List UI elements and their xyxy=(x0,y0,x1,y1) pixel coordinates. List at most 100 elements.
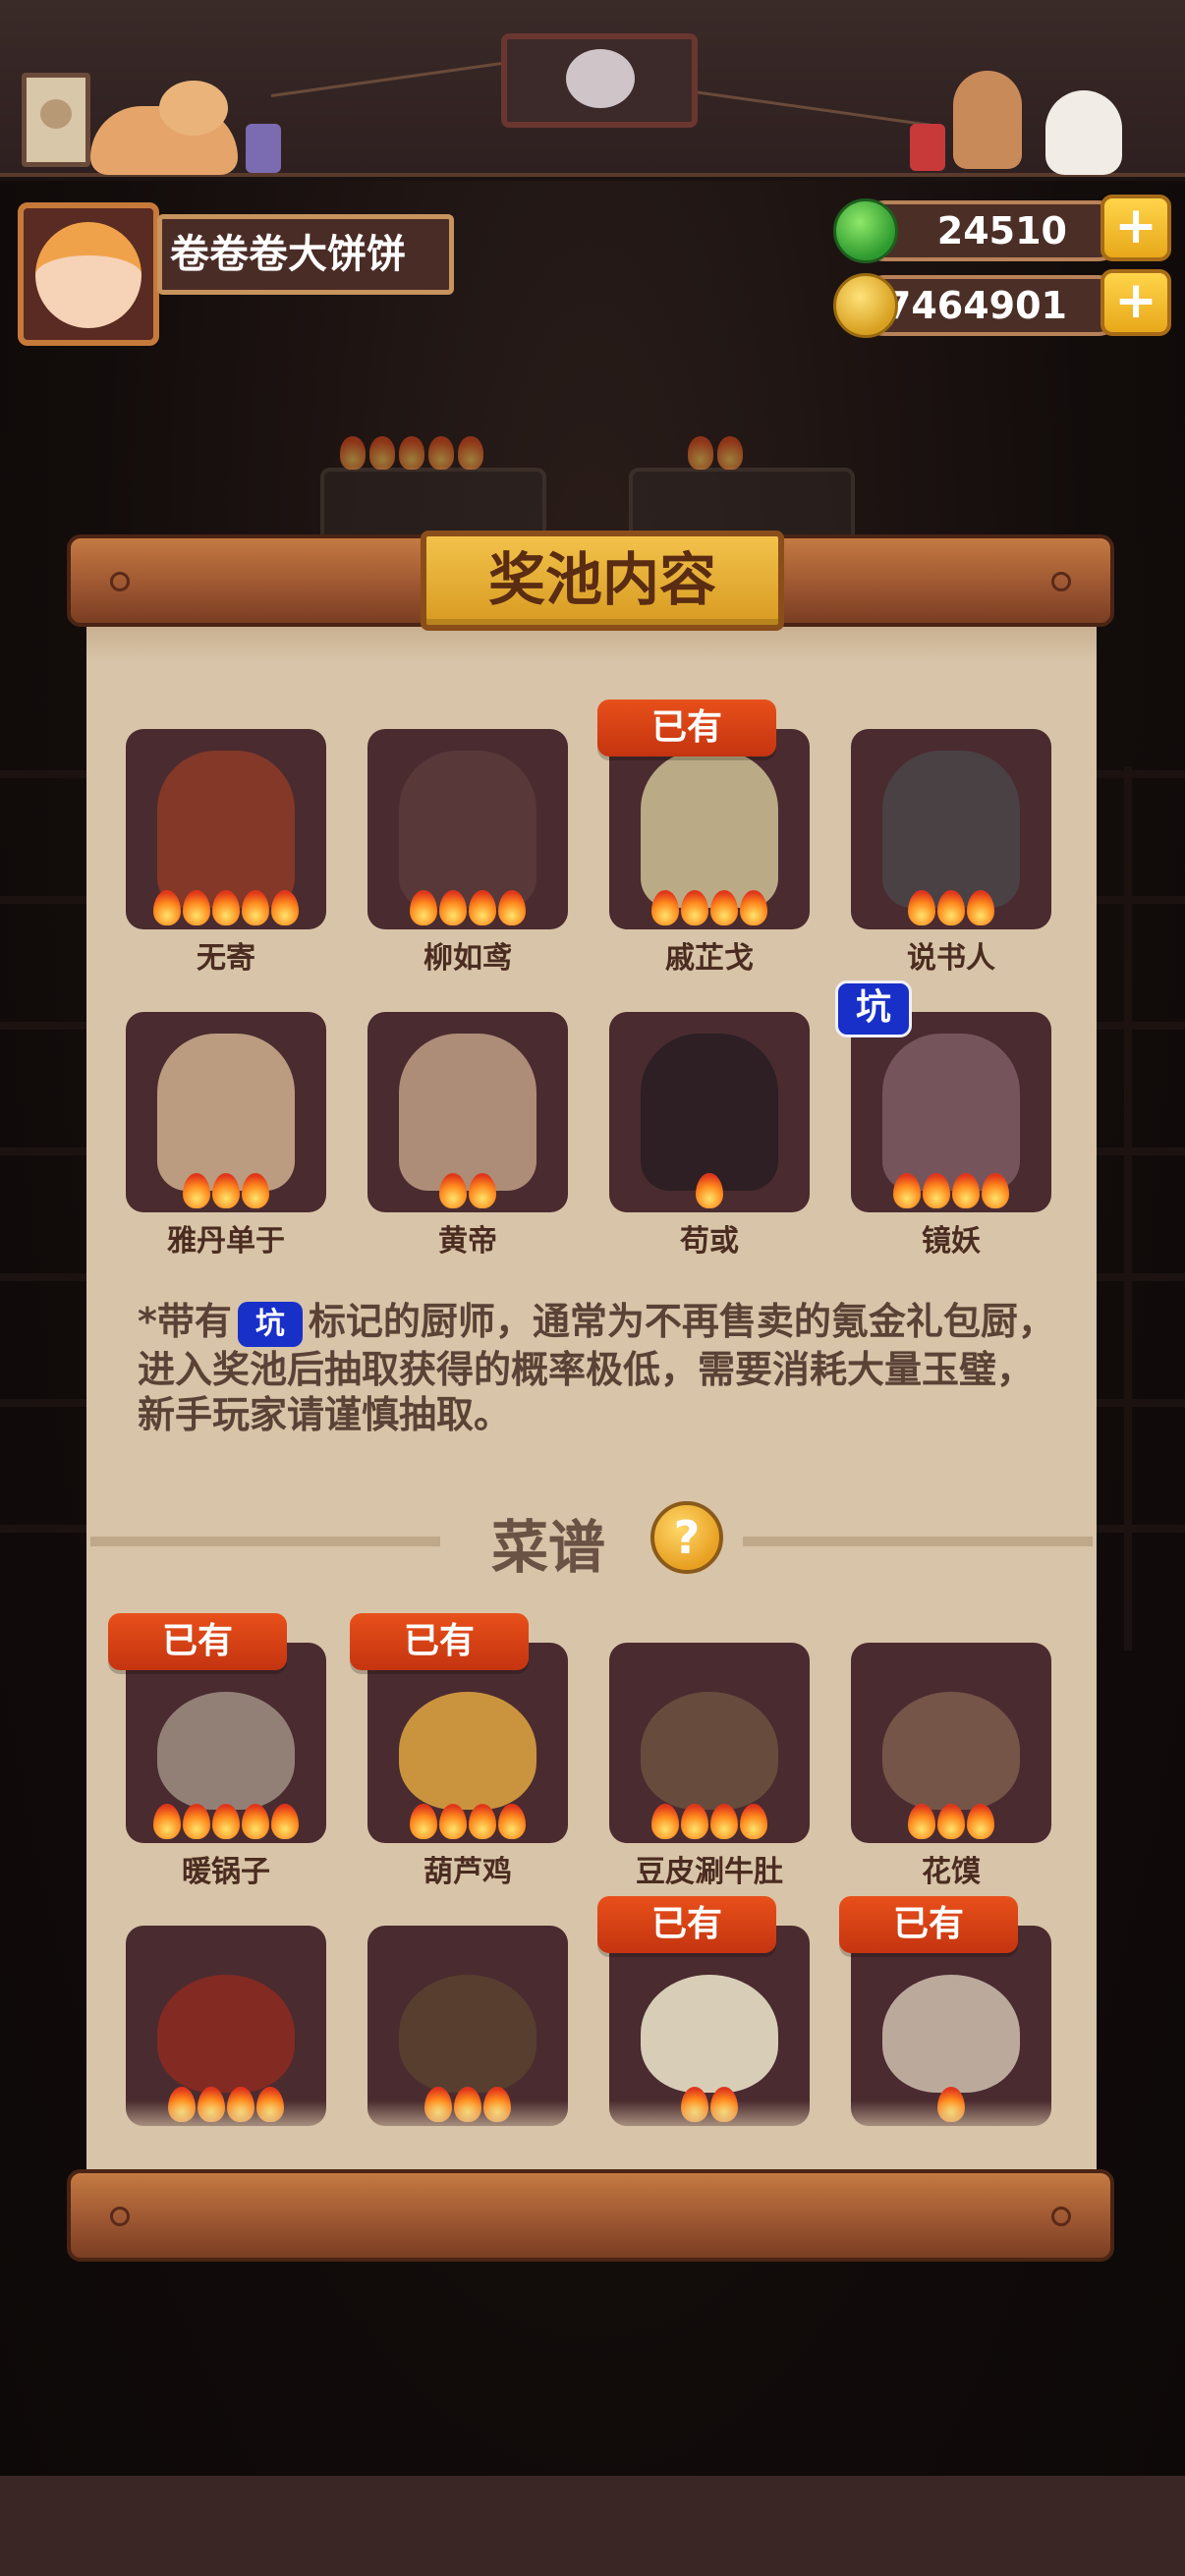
recipe-card[interactable]: 暖锅子 xyxy=(126,1643,326,1889)
owned-badge: 已有 xyxy=(597,700,776,756)
flame-icon xyxy=(439,1173,467,1208)
recipe-card[interactable]: 花馍 xyxy=(851,1643,1051,1889)
chef-portrait xyxy=(399,751,536,908)
flame-icon xyxy=(212,890,240,925)
chef-card[interactable]: 苟或 xyxy=(609,1012,810,1259)
chef-card[interactable]: 黄帝 xyxy=(367,1012,568,1259)
flame-icon xyxy=(242,1173,269,1208)
recipe-card[interactable] xyxy=(851,1926,1051,2126)
flame-icon xyxy=(937,1804,965,1839)
rarity-flames xyxy=(367,1804,568,1843)
flame-icon xyxy=(271,1804,299,1839)
recipe-portrait xyxy=(157,1975,295,2093)
divider-left xyxy=(90,1537,440,1546)
flame-icon xyxy=(469,890,496,925)
recipe-portrait xyxy=(882,1975,1020,2093)
chef-name: 说书人 xyxy=(907,941,995,976)
help-icon[interactable]: ? xyxy=(650,1501,723,1574)
rarity-flames xyxy=(851,1173,1051,1212)
owned-badge: 已有 xyxy=(108,1613,287,1670)
recipes-title: 菜谱 xyxy=(491,1514,606,1581)
chef-name: 无寄 xyxy=(197,941,255,976)
flame-icon xyxy=(439,890,467,925)
recipe-portrait xyxy=(641,1692,778,1810)
rarity-flames xyxy=(367,890,568,929)
flame-icon xyxy=(908,890,935,925)
bottom-bar-background xyxy=(0,2476,1185,2576)
recipe-card[interactable]: 葫芦鸡 xyxy=(367,1643,568,1889)
rarity-flames xyxy=(609,1804,810,1843)
flame-icon xyxy=(952,1173,980,1208)
rarity-flames xyxy=(126,890,326,929)
chef-card[interactable]: 镜妖 xyxy=(851,1012,1051,1259)
chef-card[interactable]: 说书人 xyxy=(851,729,1051,976)
chef-portrait xyxy=(882,751,1020,908)
flame-icon xyxy=(212,1173,240,1208)
hanging-scroll-decoration xyxy=(22,73,90,167)
recipe-card[interactable] xyxy=(126,1926,326,2126)
chef-card[interactable]: 戚芷戈 xyxy=(609,729,810,976)
flame-icon xyxy=(242,1804,269,1839)
sleeping-cat-decoration xyxy=(90,81,238,175)
chef-portrait xyxy=(641,1034,778,1191)
chef-name: 戚芷戈 xyxy=(665,941,754,976)
flame-icon xyxy=(923,1173,950,1208)
recipe-card[interactable] xyxy=(367,1926,568,2126)
rarity-flames xyxy=(851,890,1051,929)
add-jade-button[interactable]: + xyxy=(1100,195,1171,261)
flame-icon xyxy=(469,1804,496,1839)
rod-knob-icon xyxy=(1051,572,1071,591)
center-portrait-frame xyxy=(501,33,698,128)
flame-icon xyxy=(740,1804,767,1839)
player-avatar[interactable] xyxy=(18,202,159,346)
chef-name: 黄帝 xyxy=(438,1224,497,1259)
rabbit-decoration xyxy=(1045,90,1122,175)
recipe-name: 葫芦鸡 xyxy=(423,1855,512,1889)
coin-icon xyxy=(833,273,898,338)
flame-icon xyxy=(153,890,181,925)
recipe-card[interactable] xyxy=(609,1926,810,2126)
flame-icon xyxy=(410,1804,437,1839)
flame-icon xyxy=(153,1804,181,1839)
jade-icon xyxy=(833,198,898,263)
recipe-card[interactable]: 豆皮涮牛肚 xyxy=(609,1643,810,1889)
background-flames-right xyxy=(688,436,884,476)
add-coin-button[interactable]: + xyxy=(1100,269,1171,336)
chef-portrait xyxy=(157,1034,295,1191)
flame-icon xyxy=(740,890,767,925)
flame-icon xyxy=(908,1804,935,1839)
chef-card[interactable]: 雅丹单于 xyxy=(126,1012,326,1259)
chef-card[interactable]: 柳如鸢 xyxy=(367,729,568,976)
chef-card[interactable]: 无寄 xyxy=(126,729,326,976)
chef-portrait xyxy=(399,1034,536,1191)
flame-icon xyxy=(651,890,679,925)
rarity-flames xyxy=(126,1804,326,1843)
recipe-portrait xyxy=(157,1692,295,1810)
list-fade xyxy=(98,2100,1081,2140)
jar-decoration-right xyxy=(910,124,945,171)
scroll-rod-bottom xyxy=(67,2169,1114,2262)
flame-icon xyxy=(183,890,210,925)
flame-icon xyxy=(183,1173,210,1208)
flame-icon xyxy=(710,1804,738,1839)
jar-decoration-left xyxy=(246,124,281,173)
flame-icon xyxy=(439,1804,467,1839)
chef-portrait xyxy=(882,1034,1020,1191)
flame-icon xyxy=(469,1173,496,1208)
rod-knob-icon xyxy=(1051,2207,1071,2226)
avatar-portrait xyxy=(35,222,141,328)
keng-note: *带有坑标记的厨师，通常为不再售卖的氪金礼包厨，进入奖池后抽取获得的概率极低，需… xyxy=(138,1299,1061,1437)
flame-icon xyxy=(242,890,269,925)
flame-icon xyxy=(498,1804,526,1839)
flame-icon xyxy=(710,890,738,925)
chef-name: 柳如鸢 xyxy=(423,941,512,976)
flame-icon xyxy=(212,1804,240,1839)
keng-badge: 坑 xyxy=(835,980,912,1037)
chef-girl-decoration xyxy=(953,71,1022,169)
flame-icon xyxy=(651,1804,679,1839)
flame-icon xyxy=(183,1804,210,1839)
recipe-portrait xyxy=(399,1975,536,2093)
flame-icon xyxy=(498,890,526,925)
flame-icon xyxy=(681,1804,708,1839)
keng-inline-badge: 坑 xyxy=(237,1301,303,1347)
